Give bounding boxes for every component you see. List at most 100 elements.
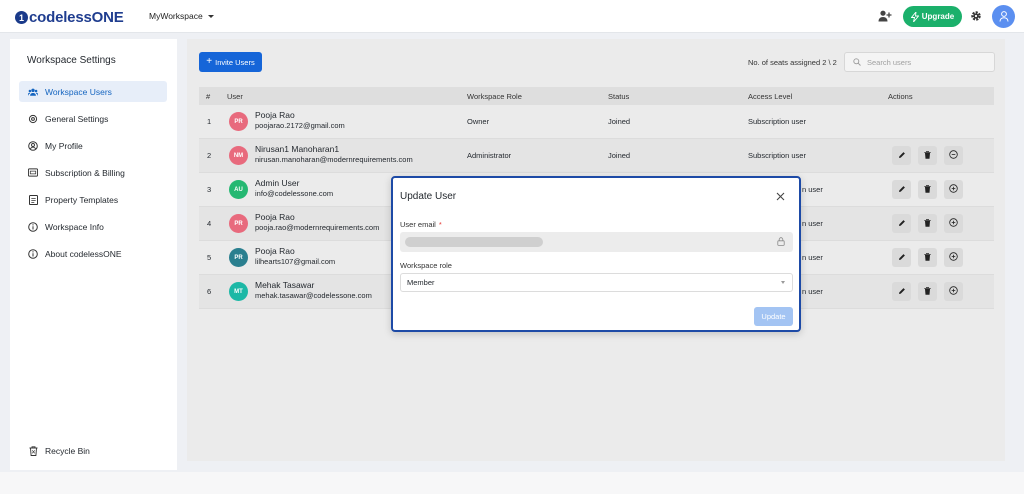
logo-mark: 1 <box>15 11 28 24</box>
user-name: Mehak Tasawar <box>255 280 315 290</box>
delete-user-button[interactable] <box>918 146 937 165</box>
user-icon <box>999 11 1008 22</box>
user-name: Admin User <box>255 178 300 188</box>
delete-user-button[interactable] <box>918 180 937 199</box>
pencil-icon <box>898 253 906 263</box>
sidebar-item-subscription-billing[interactable]: Subscription & Billing <box>19 162 167 183</box>
avatar: PR <box>229 214 248 233</box>
delete-user-button[interactable] <box>918 282 937 301</box>
user-name: Pooja Rao <box>255 246 295 256</box>
sidebar-item-recycle-bin[interactable]: Recycle Bin <box>19 441 167 461</box>
toggle-seat-button[interactable] <box>944 180 963 199</box>
access-level-cell: n user <box>802 287 823 296</box>
edit-user-button[interactable] <box>892 282 911 301</box>
edit-user-button[interactable] <box>892 248 911 267</box>
info-icon <box>28 248 38 259</box>
document-icon <box>28 194 38 205</box>
table-row: 2 NM Nirusan1 Manoharan1 nirusan.manoharan@… <box>199 139 994 173</box>
user-email: info@codelessone.com <box>255 189 334 198</box>
header-user: User <box>227 91 243 101</box>
info-icon <box>28 221 38 232</box>
add-user-icon[interactable] <box>878 9 892 23</box>
plus-circle-icon <box>949 252 958 263</box>
pencil-icon <box>898 219 906 229</box>
sidebar-title: Workspace Settings <box>27 55 116 66</box>
upgrade-button[interactable]: Upgrade <box>903 6 962 27</box>
trash-icon <box>924 184 931 195</box>
sidebar-item-workspace-info[interactable]: Workspace Info <box>19 216 167 237</box>
sidebar-item-my-profile[interactable]: My Profile <box>19 135 167 156</box>
required-mark: * <box>438 220 442 229</box>
row-number: 6 <box>207 287 212 296</box>
sidebar-item-property-templates[interactable]: Property Templates <box>19 189 167 210</box>
app-logo[interactable]: 1 codelessONE <box>15 9 124 26</box>
user-email: pooja.rao@modernrequirements.com <box>255 223 380 232</box>
close-icon[interactable] <box>773 189 787 203</box>
user-email: mehak.tasawar@codelessone.com <box>255 291 372 300</box>
user-email-label: User email * <box>400 220 442 229</box>
avatar: MT <box>229 282 248 301</box>
update-user-dialog: Update User User email * Workspace role M… <box>391 176 801 332</box>
sidebar-item-label: Workspace Users <box>45 86 112 97</box>
user-email-field <box>400 232 793 252</box>
sidebar-item-about[interactable]: About codelessONE <box>19 243 167 264</box>
minus-circle-icon <box>949 150 958 161</box>
toggle-seat-button[interactable] <box>944 146 963 165</box>
toggle-seat-button[interactable] <box>944 214 963 233</box>
row-number: 1 <box>207 117 212 126</box>
workspace-role-label: Workspace role <box>400 261 452 270</box>
pencil-icon <box>898 151 906 161</box>
workspace-role-select[interactable]: Member <box>400 273 793 292</box>
status-cell: Joined <box>608 117 631 126</box>
user-info: Pooja Rao lilhearts107@gmail.com <box>255 246 335 266</box>
row-number: 2 <box>207 151 212 160</box>
access-level-cell: n user <box>802 185 823 194</box>
sidebar-item-label: About codelessONE <box>45 248 122 259</box>
toggle-seat-button[interactable] <box>944 248 963 267</box>
trash-icon <box>924 252 931 263</box>
user-info: Pooja Rao pooja.rao@modernrequirements.co… <box>255 212 379 232</box>
status-cell: Joined <box>608 151 631 160</box>
chevron-down-icon <box>781 281 785 284</box>
access-level-cell: n user <box>802 253 823 262</box>
table-header-row: # User Workspace Role Status Access Leve… <box>199 87 994 105</box>
invite-users-button[interactable]: + Invite Users <box>199 52 262 72</box>
avatar: PR <box>229 248 248 267</box>
user-email: poojarao.2172@gmail.com <box>255 121 345 130</box>
workspace-role-cell: Owner <box>467 117 490 126</box>
settings-sidebar: Workspace Settings Workspace Users Gener… <box>10 39 177 470</box>
workspace-role-cell: Administrator <box>467 151 512 160</box>
user-info: Mehak Tasawar mehak.tasawar@codelessone.c… <box>255 280 372 300</box>
sidebar-item-label: General Settings <box>45 113 109 124</box>
pencil-icon <box>898 287 906 297</box>
sidebar-item-general-settings[interactable]: General Settings <box>19 108 167 129</box>
sidebar-item-workspace-users[interactable]: Workspace Users <box>19 81 167 102</box>
plus-circle-icon <box>949 286 958 297</box>
upgrade-label: Upgrade <box>921 12 955 21</box>
header-status: Status <box>608 91 630 101</box>
delete-user-button[interactable] <box>918 248 937 267</box>
user-email-label-text: User email <box>400 220 436 229</box>
access-level-cell: n user <box>802 219 823 228</box>
search-users-input[interactable] <box>867 57 987 67</box>
edit-user-button[interactable] <box>892 180 911 199</box>
lock-icon <box>777 237 785 248</box>
gear-icon[interactable] <box>969 9 983 23</box>
edit-user-button[interactable] <box>892 146 911 165</box>
row-number: 4 <box>207 219 212 228</box>
edit-user-button[interactable] <box>892 214 911 233</box>
profile-avatar[interactable] <box>992 5 1015 28</box>
table-row: 1 PR Pooja Rao poojarao.2172@gmail.com Owner… <box>199 105 994 139</box>
delete-user-button[interactable] <box>918 214 937 233</box>
sidebar-nav: Workspace Users General Settings My Prof… <box>19 81 167 270</box>
header-number: # <box>206 91 211 101</box>
toggle-seat-button[interactable] <box>944 282 963 301</box>
user-email: lilhearts107@gmail.com <box>255 257 336 266</box>
search-users-field[interactable] <box>844 52 995 72</box>
seats-assigned-text: No. of seats assigned 2 \ 2 <box>748 58 837 67</box>
update-button[interactable]: Update <box>754 307 793 326</box>
avatar: NM <box>229 146 248 165</box>
workspace-switcher[interactable]: MyWorkspace <box>149 11 214 21</box>
trash-icon <box>924 286 931 297</box>
workspace-role-value: Member <box>407 278 435 287</box>
